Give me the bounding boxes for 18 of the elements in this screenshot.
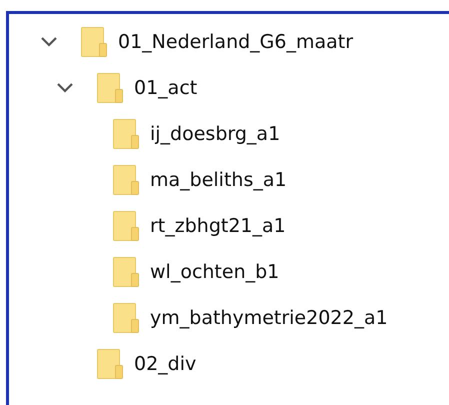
folder-name[interactable]: wl_ochten_b1 (150, 261, 280, 283)
folder-name[interactable]: 01_act (134, 77, 198, 99)
folder-icon (97, 73, 123, 103)
folder-name[interactable]: 02_div (134, 353, 196, 375)
folder-icon (113, 119, 139, 149)
folder-name[interactable]: ym_bathymetrie2022_a1 (150, 307, 388, 329)
folder-name[interactable]: rt_zbhgt21_a1 (150, 215, 286, 237)
folder-icon (81, 27, 107, 57)
folder-icon (97, 349, 123, 379)
folder-name[interactable]: ij_doesbrg_a1 (150, 123, 280, 145)
folder-name[interactable]: 01_Nederland_G6_maatr (118, 31, 354, 53)
folder-icon (113, 257, 139, 287)
folder-name[interactable]: ma_beliths_a1 (150, 169, 287, 191)
folder-icon (113, 165, 139, 195)
folder-icon (113, 303, 139, 333)
chevron-down-icon[interactable] (39, 36, 59, 48)
folder-icon (113, 211, 139, 241)
chevron-down-icon[interactable] (55, 82, 75, 94)
